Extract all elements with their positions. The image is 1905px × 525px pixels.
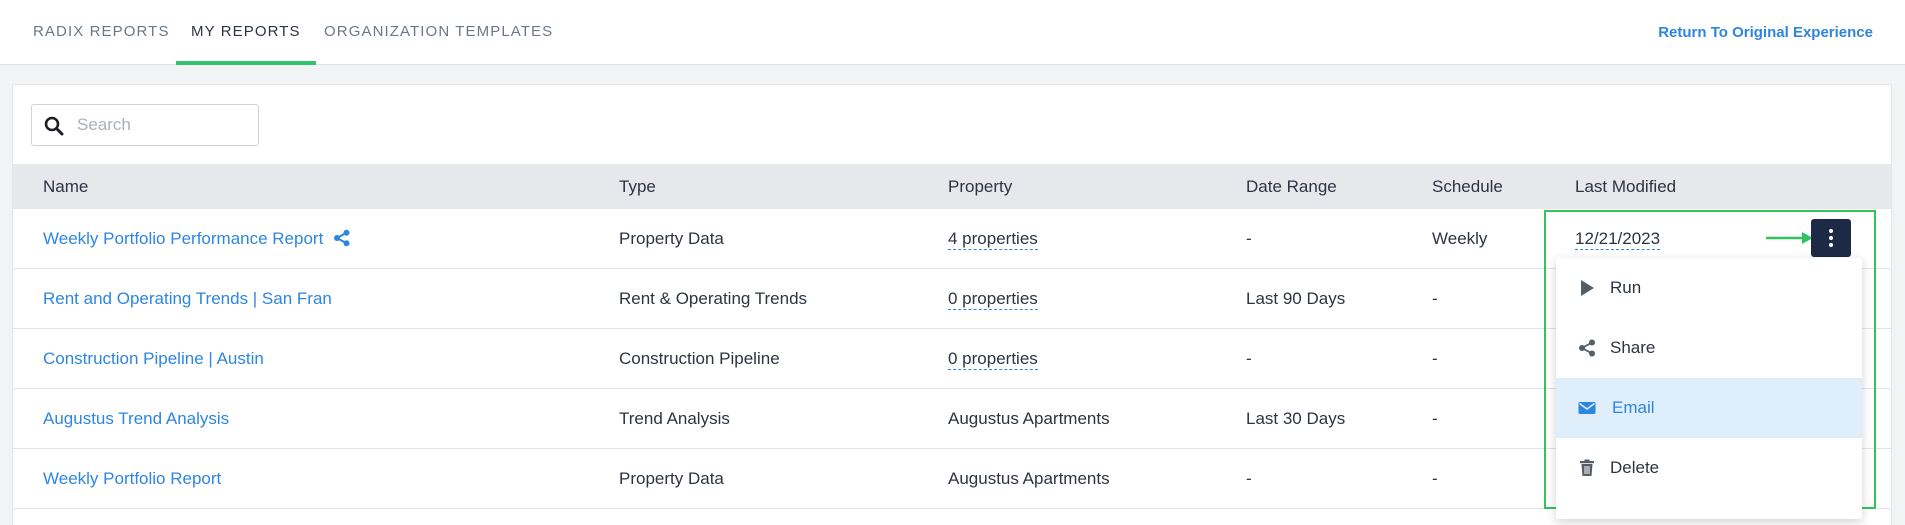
envelope-icon	[1578, 402, 1596, 414]
report-schedule: -	[1432, 469, 1438, 488]
report-date-range: -	[1246, 349, 1252, 368]
report-name-label: Weekly Portfolio Performance Report	[43, 229, 324, 248]
report-type: Property Data	[619, 229, 724, 248]
menu-item-label: Run	[1610, 278, 1642, 297]
shared-icon	[334, 229, 350, 247]
tab-organization-templates[interactable]: ORGANIZATION TEMPLATES	[324, 0, 553, 65]
table-header: Name Type Property Date Range Schedule L…	[13, 164, 1891, 209]
report-schedule: Weekly	[1432, 229, 1488, 248]
report-property[interactable]: 4 properties	[948, 209, 1038, 268]
column-date-range[interactable]: Date Range	[1246, 164, 1337, 209]
menu-item-share[interactable]: Share	[1556, 318, 1862, 378]
search-box[interactable]	[31, 104, 259, 146]
arrow-pointer-icon	[1766, 232, 1813, 244]
menu-item-run[interactable]: Run	[1556, 258, 1862, 318]
tab-my-reports[interactable]: MY REPORTS	[176, 0, 316, 65]
menu-item-label: Email	[1612, 398, 1655, 417]
column-name[interactable]: Name	[43, 164, 88, 209]
column-type[interactable]: Type	[619, 164, 656, 209]
trash-icon	[1580, 459, 1594, 476]
report-name-link[interactable]: Construction Pipeline | Austin	[43, 329, 264, 388]
row-actions-button[interactable]	[1811, 219, 1851, 257]
report-property: Augustus Apartments	[948, 409, 1110, 428]
column-last-modified[interactable]: Last Modified	[1575, 164, 1676, 209]
menu-item-email[interactable]: Email	[1556, 378, 1862, 438]
report-date-range: Last 90 Days	[1246, 289, 1346, 308]
report-type: Property Data	[619, 469, 724, 488]
kebab-dot	[1829, 243, 1833, 247]
kebab-dot	[1829, 236, 1833, 240]
search-input[interactable]	[77, 113, 247, 137]
row-actions-menu: Run Share Email Delete	[1556, 258, 1862, 519]
property-count-label: 0 properties	[948, 349, 1038, 370]
report-schedule: -	[1432, 289, 1438, 308]
report-name-link[interactable]: Augustus Trend Analysis	[43, 389, 229, 448]
return-to-original-link[interactable]: Return To Original Experience	[1658, 24, 1873, 41]
report-type: Trend Analysis	[619, 409, 730, 428]
top-nav: RADIX REPORTS MY REPORTS ORGANIZATION TE…	[0, 0, 1905, 65]
report-property[interactable]: 0 properties	[948, 329, 1038, 388]
report-type: Construction Pipeline	[619, 349, 780, 368]
report-property[interactable]: 0 properties	[948, 269, 1038, 328]
property-count-label: 4 properties	[948, 229, 1038, 250]
last-modified-label: 12/21/2023	[1575, 229, 1661, 250]
play-icon	[1581, 280, 1594, 296]
share-icon	[1579, 339, 1595, 357]
search-icon	[44, 116, 64, 136]
column-property[interactable]: Property	[948, 164, 1012, 209]
menu-item-label: Delete	[1610, 458, 1660, 477]
report-schedule: -	[1432, 349, 1438, 368]
report-date-range: -	[1246, 469, 1252, 488]
report-name-link[interactable]: Weekly Portfolio Performance Report	[43, 209, 351, 268]
tab-radix-reports[interactable]: RADIX REPORTS	[33, 0, 170, 65]
column-schedule[interactable]: Schedule	[1432, 164, 1503, 209]
report-property: Augustus Apartments	[948, 469, 1110, 488]
report-type: Rent & Operating Trends	[619, 289, 808, 308]
menu-item-label: Share	[1610, 338, 1656, 357]
report-name-link[interactable]: Rent and Operating Trends | San Fran	[43, 269, 332, 328]
property-count-label: 0 properties	[948, 289, 1038, 310]
menu-item-delete[interactable]: Delete	[1556, 438, 1862, 498]
report-name-link[interactable]: Weekly Portfolio Report	[43, 449, 221, 508]
report-schedule: -	[1432, 409, 1438, 428]
report-date-range: Last 30 Days	[1246, 409, 1346, 428]
kebab-dot	[1829, 229, 1833, 233]
report-date-range: -	[1246, 229, 1252, 248]
